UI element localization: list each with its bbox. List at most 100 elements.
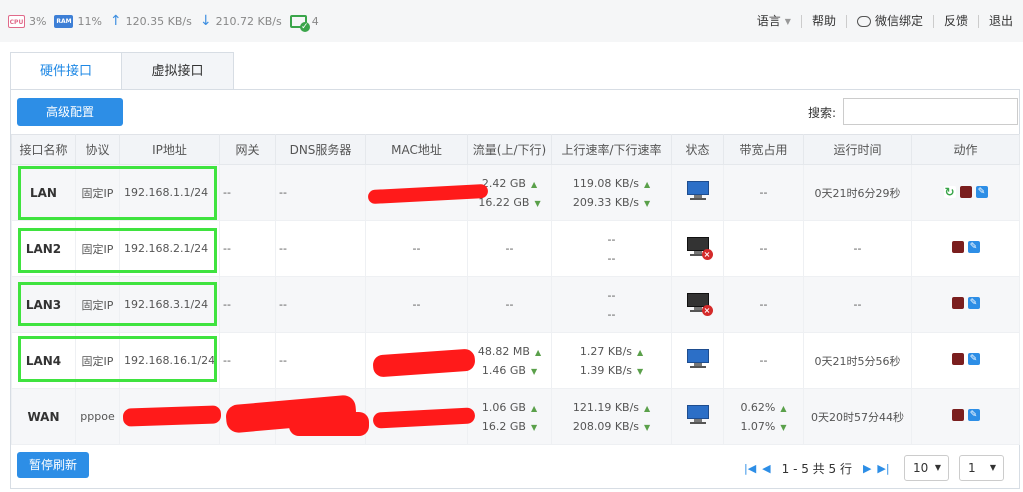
col-header[interactable]: DNS服务器 [275,134,366,165]
computer-online-icon [686,349,709,369]
logout-label: 退出 [988,13,1013,28]
disable-icon[interactable] [951,241,964,253]
actions-cell: ✎ [911,220,1020,277]
page-size-select[interactable]: 10 ▼ [904,455,949,481]
actions-cell: ↻ ✎ [911,164,1020,221]
page-size-value: 10 [913,461,929,475]
tab-virtual-interface[interactable]: 虚拟接口 [122,52,234,90]
col-header[interactable]: MAC地址 [365,134,468,165]
bandwidth-cell: 0.62% ▲ 1.07% ▼ [723,388,804,445]
actions-cell: ✎ [911,276,1020,333]
arrow-up-icon: ▲ [530,179,538,189]
mac-cell: -- [365,220,468,277]
col-header[interactable]: IP地址 [119,134,220,165]
arrow-down-icon: ▼ [644,198,651,208]
rate-up: 119.08 KB/s [572,176,640,190]
arrow-up-icon: ▲ [534,347,542,357]
actions-cell: ✎ [911,332,1020,389]
traffic-up: 48.82 MB [477,344,530,358]
tab-hardware-interface[interactable]: 硬件接口 [10,52,122,90]
edit-icon[interactable]: ✎ [967,409,980,421]
edit-icon[interactable]: ✎ [975,186,988,198]
highlight-box-lan2 [18,228,217,273]
redaction-mark [122,405,222,427]
disable-icon[interactable] [951,297,964,309]
col-header[interactable]: 网关 [219,134,276,165]
pause-refresh-button[interactable]: 暂停刷新 [17,452,89,478]
next-page-icon[interactable]: ▶ [863,462,871,475]
col-header[interactable]: 协议 [75,134,120,165]
help-link[interactable]: 帮助 [800,14,846,28]
pagination: |◀ ◀ 1 - 5 共 5 行 ▶ ▶| [741,460,893,477]
rate-cell: 1.27 KB/s ▲ 1.39 KB/s ▼ [551,332,672,389]
feedback-link[interactable]: 反馈 [932,13,978,28]
rate-up: 1.27 KB/s [579,344,633,358]
ram-value: 11% [77,14,102,28]
page-info: 1 - 5 共 5 行 [781,462,852,476]
devices-stat: 4 [289,14,319,32]
prev-page-icon[interactable]: ◀ [762,462,770,475]
feedback-label: 反馈 [943,13,968,28]
uptime-cell: 0天21时5分56秒 [803,332,912,389]
refresh-icon[interactable]: ↻ [943,186,956,198]
wechat-icon [856,15,871,27]
cpu-value: 3% [29,14,47,28]
edit-icon[interactable]: ✎ [967,297,980,309]
gateway-cell: -- [219,276,276,333]
interface-panel: 高级配置 搜索: 接口名称 协议 IP地址 网关 DNS服务器 MAC地址 流量… [10,89,1020,489]
col-header[interactable]: 状态 [671,134,724,165]
bandwidth-cell: -- [723,220,804,277]
language-menu[interactable]: 语言 ▼ [747,13,801,28]
disable-icon[interactable] [951,353,964,365]
highlight-box-lan4 [18,336,217,382]
wechat-bind-link[interactable]: 微信绑定 [845,14,933,28]
traffic-up: 2.42 GB [481,176,526,190]
col-header: 动作 [911,134,1020,165]
rate-down: -- [607,251,616,265]
search-input[interactable] [843,98,1018,125]
disable-icon[interactable] [951,409,964,421]
rate-down: 1.39 KB/s [579,363,633,377]
bandwidth-cell: -- [723,164,804,221]
uptime-cell: -- [803,220,912,277]
upload-stat: ↑ 120.35 KB/s [110,14,192,28]
bandwidth-cell: -- [723,332,804,389]
cpu-stat: CPU 3% [8,14,47,28]
edit-icon[interactable]: ✎ [967,353,980,365]
protocol-cell: pppoe [75,388,120,445]
status-cell: × [671,276,724,333]
language-label: 语言 [756,13,781,28]
col-header[interactable]: 上行速率/下行速率 [551,134,672,165]
advanced-config-button[interactable]: 高级配置 [17,98,123,126]
search-label: 搜索: [808,106,837,120]
disable-icon[interactable] [959,186,972,198]
interface-name: WAN [11,388,76,445]
status-cell [671,164,724,221]
rate-cell: 121.19 KB/s ▲ 208.09 KB/s ▼ [551,388,672,445]
arrow-down-icon: ▼ [530,366,538,376]
traffic-cell: -- [467,220,552,277]
traffic-up: 1.06 GB [481,400,526,414]
col-header[interactable]: 接口名称 [11,134,76,165]
cpu-icon: CPU [8,14,25,28]
page-number-select[interactable]: 1 ▼ [959,455,1004,481]
traffic-down: 16.22 GB [478,195,530,209]
col-header[interactable]: 流量(上/下行) [467,134,552,165]
chevron-down-icon: ▼ [784,16,791,26]
col-header[interactable]: 运行时间 [803,134,912,165]
edit-icon[interactable]: ✎ [967,241,980,253]
redaction-mark [289,412,369,436]
col-header[interactable]: 带宽占用 [723,134,804,165]
uptime-cell: 0天20时57分44秒 [803,388,912,445]
chevron-down-icon: ▼ [934,463,941,472]
highlight-box-lan3 [18,282,217,326]
computer-online-icon [686,181,709,201]
logout-link[interactable]: 退出 [977,13,1023,28]
arrow-up-icon: ▲ [637,347,644,357]
ram-icon: RAM [54,14,74,28]
first-page-icon[interactable]: |◀ [744,462,756,475]
traffic-down: 1.46 GB [481,363,526,377]
last-page-icon[interactable]: ▶| [877,462,889,475]
mac-cell: -- [365,276,468,333]
rate-up: -- [607,232,616,246]
